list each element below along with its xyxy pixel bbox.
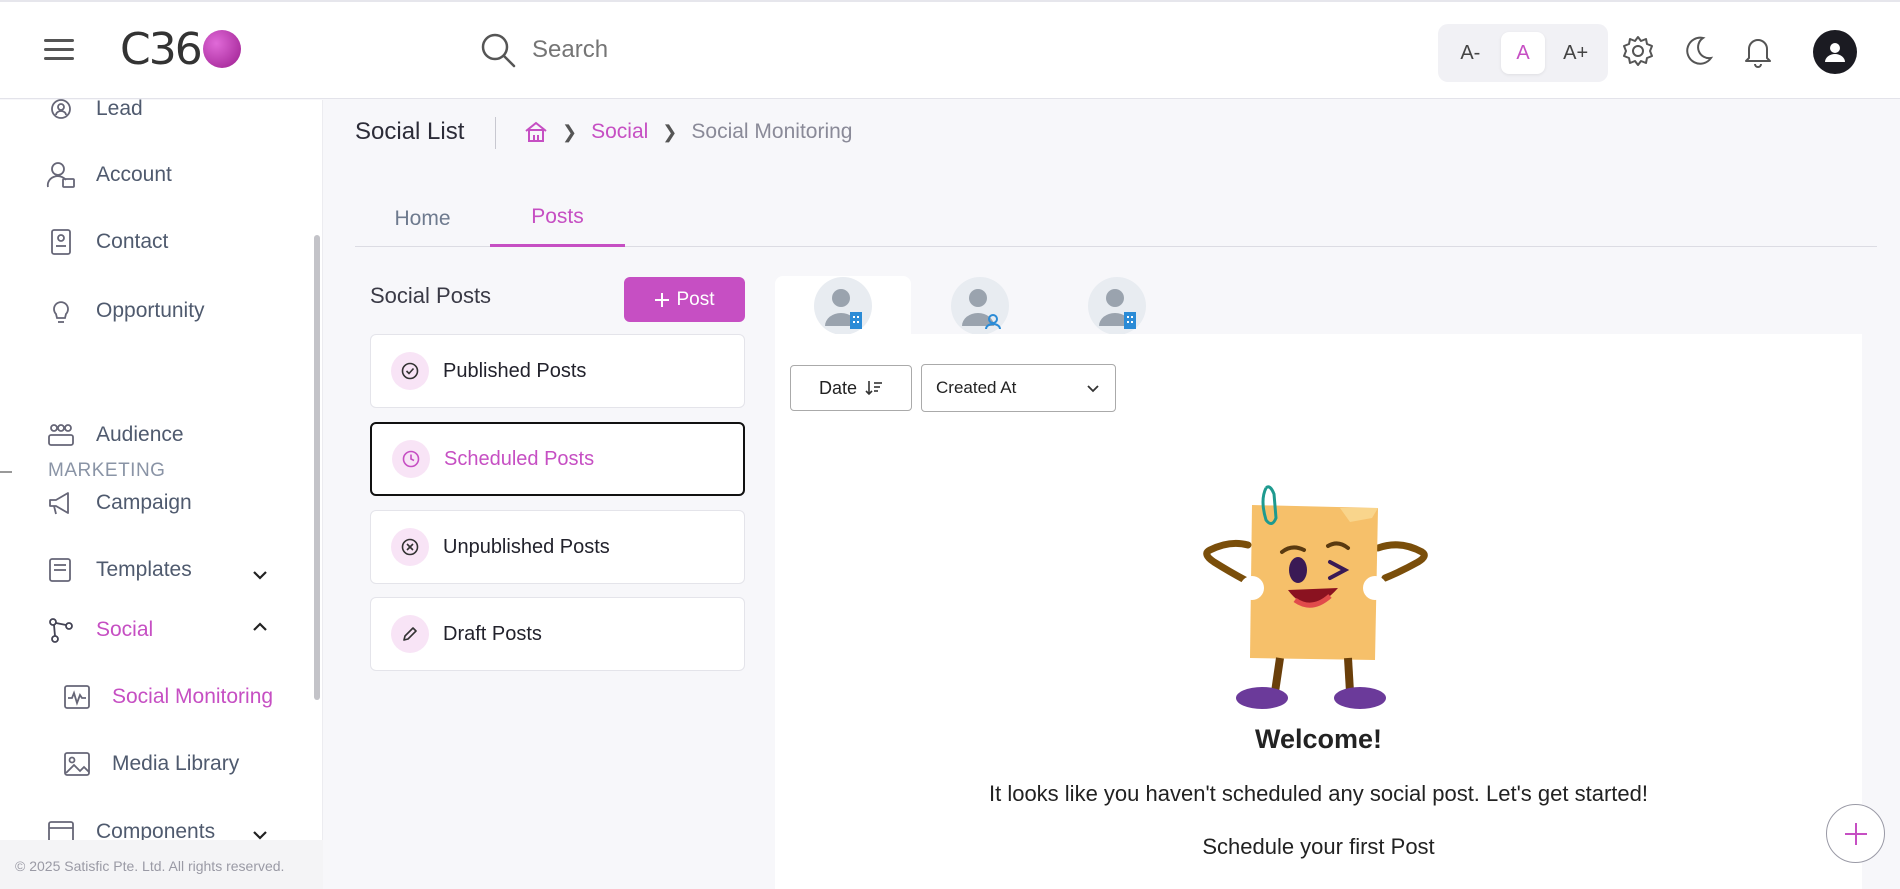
hamburger-menu-icon[interactable] (44, 39, 74, 63)
share-icon (49, 618, 73, 643)
social-posts-title: Social Posts (370, 283, 492, 308)
chevron-up-icon[interactable] (250, 617, 270, 637)
add-post-button[interactable]: Post (624, 277, 745, 322)
breadcrumb-separator: ❯ (562, 121, 578, 142)
account-icon (46, 162, 75, 188)
floating-add-button[interactable] (1826, 804, 1885, 863)
section-marketing: MARKETING (48, 460, 166, 481)
sidebar-item-label: Social (96, 618, 154, 641)
sort-field-value: Created At (936, 378, 1017, 397)
page-title: Social List (355, 118, 465, 145)
scheduled-posts-item[interactable]: Scheduled Posts (370, 422, 745, 496)
search-bar (478, 30, 792, 70)
post-category-label: Published Posts (443, 359, 587, 382)
sidebar-item-label: Contact (96, 230, 169, 253)
x-circle-icon (391, 528, 429, 566)
bell-icon[interactable] (1741, 34, 1775, 68)
font-increase-button[interactable]: A+ (1554, 32, 1598, 74)
post-category-label: Scheduled Posts (444, 447, 595, 470)
breadcrumb-separator: ❯ (662, 121, 678, 142)
search-icon[interactable] (478, 30, 518, 70)
sidebar-item-label: Opportunity (96, 299, 205, 322)
page-tabs: Home Posts (355, 190, 1877, 247)
megaphone-icon (49, 492, 69, 515)
date-sort-button[interactable]: Date (790, 365, 912, 411)
sidebar-item-account[interactable]: Account (46, 160, 172, 190)
mascot-illustration (1203, 485, 1428, 709)
sidebar-item-label: Campaign (96, 491, 192, 514)
empty-state-heading: Welcome! (1254, 724, 1383, 754)
top-bar: C36 A- A A+ (0, 0, 1900, 99)
draft-posts-item[interactable]: Draft Posts (370, 597, 745, 671)
account-tab-business-1[interactable] (775, 276, 911, 334)
published-posts-item[interactable]: Published Posts (370, 334, 745, 408)
sidebar-item-social[interactable]: Social (46, 615, 153, 645)
empty-state-subtext: Schedule your first Post (1202, 834, 1435, 859)
audience-icon (48, 424, 74, 446)
personal-account-icon (951, 277, 1009, 334)
business-account-icon (1088, 277, 1146, 334)
account-tab-personal[interactable] (912, 276, 1048, 334)
sidebar-item-contact[interactable]: Contact (46, 227, 168, 257)
breadcrumb-current: Social Monitoring (691, 120, 853, 143)
sidebar-item-opportunity[interactable]: Opportunity (46, 296, 205, 326)
check-circle-icon (391, 352, 429, 390)
breadcrumb: ❯ Social ❯ Social Monitoring (524, 120, 852, 144)
section-divider (0, 471, 12, 473)
account-tab-business-2[interactable] (1049, 276, 1185, 334)
home-icon[interactable] (524, 121, 548, 143)
logo-text: C36 (120, 24, 203, 75)
sort-field-select[interactable]: Created At (921, 364, 1116, 412)
clock-icon (392, 440, 430, 478)
user-icon (1825, 43, 1845, 62)
logo-globe-icon (202, 30, 241, 68)
plus-icon (655, 292, 670, 307)
moon-icon[interactable] (1681, 34, 1715, 68)
empty-state-message: It looks like you haven't scheduled any … (988, 781, 1648, 806)
pencil-icon (391, 615, 429, 653)
search-input[interactable] (532, 36, 792, 64)
image-icon (64, 752, 90, 776)
sidebar-scrollbar[interactable] (314, 235, 320, 700)
add-post-label: Post (676, 288, 715, 310)
logo[interactable]: C36 (120, 24, 241, 75)
sidebar-item-label: Lead (96, 97, 143, 120)
font-decrease-button[interactable]: A- (1448, 32, 1492, 74)
lightbulb-icon (53, 301, 69, 323)
post-category-label: Draft Posts (443, 622, 542, 645)
gear-icon[interactable] (1621, 34, 1655, 68)
sort-label: Date (818, 377, 858, 398)
footer-copyright: © 2025 Satisfic Pte. Ltd. All rights res… (0, 840, 323, 889)
sidebar-item-label: Media Library (112, 752, 240, 775)
user-avatar[interactable] (1813, 30, 1857, 74)
sidebar-item-label: Social Monitoring (112, 685, 274, 708)
breadcrumb-social[interactable]: Social (591, 120, 648, 144)
unpublished-posts-item[interactable]: Unpublished Posts (370, 510, 745, 584)
sidebar-item-lead[interactable]: Lead (46, 94, 143, 124)
templates-icon (49, 558, 71, 582)
chevron-down-icon (1087, 385, 1099, 393)
font-size-toggle: A- A A+ (1438, 24, 1608, 82)
sidebar-item-templates[interactable]: Templates (46, 555, 192, 585)
monitoring-icon (64, 685, 90, 709)
sidebar-item-label: Audience (96, 423, 184, 446)
business-account-icon (814, 277, 872, 334)
sidebar-item-campaign[interactable]: Campaign (46, 488, 192, 518)
contact-icon (51, 229, 71, 255)
sidebar: Lead Account Contact Opportunity MARKETI… (0, 97, 323, 889)
font-normal-button[interactable]: A (1500, 32, 1545, 74)
sidebar-item-label: Templates (96, 558, 192, 581)
sidebar-item-audience[interactable]: Audience (46, 420, 184, 450)
chevron-down-icon[interactable] (250, 565, 270, 585)
sidebar-item-label: Account (96, 163, 172, 186)
tab-home[interactable]: Home (355, 190, 490, 247)
sort-icon (865, 381, 883, 396)
title-divider (495, 117, 496, 149)
sidebar-item-media-library[interactable]: Media Library (62, 749, 239, 779)
lead-icon (51, 99, 71, 119)
tab-posts[interactable]: Posts (490, 190, 625, 247)
post-category-label: Unpublished Posts (443, 535, 610, 558)
plus-icon (1844, 822, 1867, 845)
sidebar-item-social-monitoring[interactable]: Social Monitoring (62, 682, 273, 712)
